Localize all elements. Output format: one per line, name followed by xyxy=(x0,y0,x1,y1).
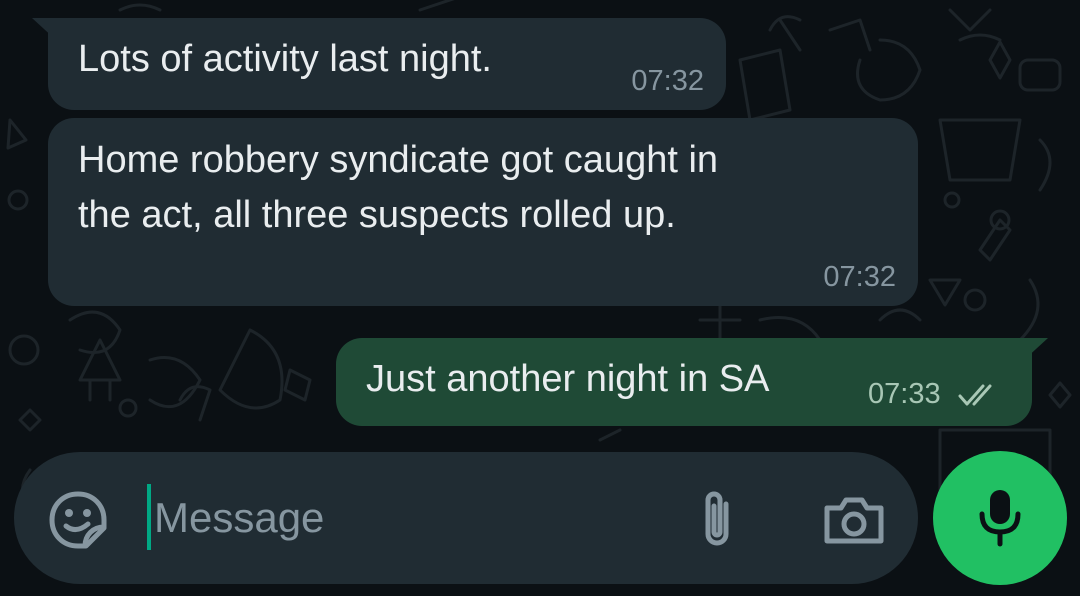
bubble-tail xyxy=(1024,338,1048,360)
paperclip-icon[interactable] xyxy=(694,488,740,552)
message-composer xyxy=(14,452,918,584)
sticker-icon[interactable] xyxy=(48,490,108,550)
message-bubble-incoming[interactable]: Lots of activity last night. 07:32 xyxy=(32,18,726,110)
double-check-icon xyxy=(958,384,992,406)
message-bubble-outgoing[interactable]: Just another night in SA 07:33 xyxy=(336,338,1048,426)
message-text-line: the act, all three suspects rolled up. xyxy=(78,194,676,236)
message-bubble-incoming[interactable]: Home robbery syndicate got caught in the… xyxy=(48,118,918,306)
text-cursor xyxy=(147,484,151,550)
message-timestamp: 07:32 xyxy=(823,261,896,293)
message-timestamp: 07:33 xyxy=(868,378,941,410)
message-text: Just another night in SA xyxy=(366,358,770,400)
voice-message-button[interactable] xyxy=(933,451,1067,585)
camera-icon[interactable] xyxy=(822,494,886,546)
bubble-tail xyxy=(32,18,56,40)
message-text-line: Home robbery syndicate got caught in xyxy=(78,139,719,181)
message-text: Lots of activity last night. xyxy=(78,38,492,80)
message-timestamp: 07:32 xyxy=(631,65,704,97)
microphone-icon xyxy=(979,490,1021,547)
message-input[interactable] xyxy=(154,486,674,550)
